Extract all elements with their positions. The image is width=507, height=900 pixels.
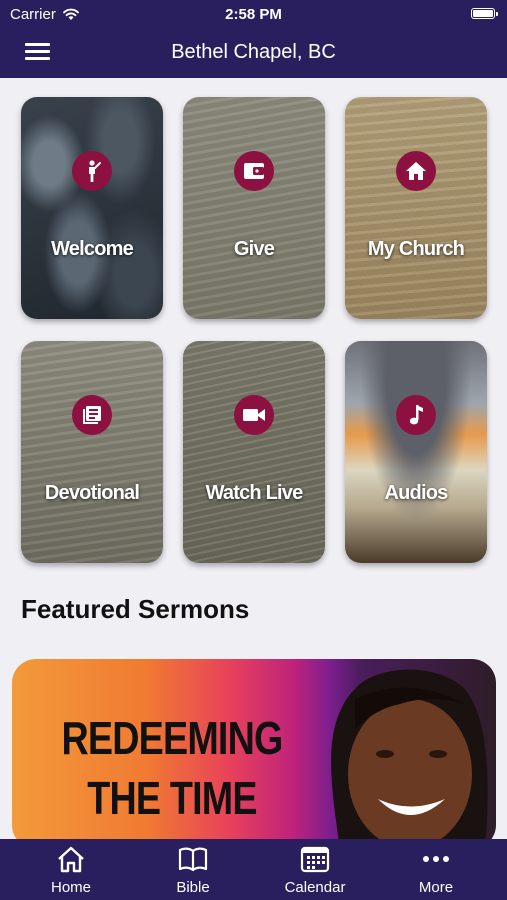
banner-title-line2: THE TIME [87, 772, 257, 824]
calendar-icon [300, 846, 330, 873]
page-title: Bethel Chapel, BC [171, 41, 336, 63]
battery-icon [471, 8, 498, 19]
status-time: 2:58 PM [225, 6, 282, 23]
featured-sermon-card[interactable]: REDEEMING THE TIME [12, 659, 496, 849]
tab-bible[interactable]: Bible [130, 839, 256, 900]
tab-label: Calendar [284, 879, 346, 896]
tab-label: Home [50, 879, 91, 896]
featured-sermons-heading: Featured Sermons [21, 594, 250, 624]
speaker-photo [331, 669, 488, 849]
tile-give[interactable]: Give [183, 97, 325, 319]
tile-devotional[interactable]: Devotional [21, 341, 163, 563]
banner-title-line1: REDEEMING [61, 712, 283, 764]
tile-audios[interactable]: Audios [345, 341, 487, 563]
top-bar: Carrier 2:58 PM Bethel Chapel, BC [0, 0, 507, 78]
book-icon [72, 395, 112, 435]
tab-label: Bible [176, 879, 210, 896]
person-icon [72, 151, 112, 191]
tile-label: My Church [367, 238, 465, 260]
tile-watch-live[interactable]: Watch Live [183, 341, 325, 563]
book-open-icon [178, 847, 208, 872]
video-icon [234, 395, 274, 435]
music-note-icon [396, 395, 436, 435]
tab-bar: Home Bible Calendar More [0, 839, 507, 900]
tile-my-church[interactable]: My Church [345, 97, 487, 319]
tile-label: Watch Live [205, 482, 304, 504]
tile-label: Audios [384, 482, 449, 504]
wallet-icon [234, 151, 274, 191]
home-icon [396, 151, 436, 191]
tile-label: Welcome [51, 238, 134, 260]
tile-label: Give [233, 238, 275, 260]
nav-bar: Bethel Chapel, BC [0, 28, 507, 78]
status-bar: Carrier 2:58 PM [0, 0, 507, 28]
tab-more[interactable]: More [373, 839, 499, 900]
tab-calendar[interactable]: Calendar [252, 839, 378, 900]
tile-welcome[interactable]: Welcome [21, 97, 163, 319]
tile-label: Devotional [44, 482, 140, 504]
home-tab-icon [58, 846, 84, 873]
tab-home[interactable]: Home [8, 839, 134, 900]
more-dots-icon [423, 856, 449, 862]
tab-label: More [418, 879, 454, 896]
